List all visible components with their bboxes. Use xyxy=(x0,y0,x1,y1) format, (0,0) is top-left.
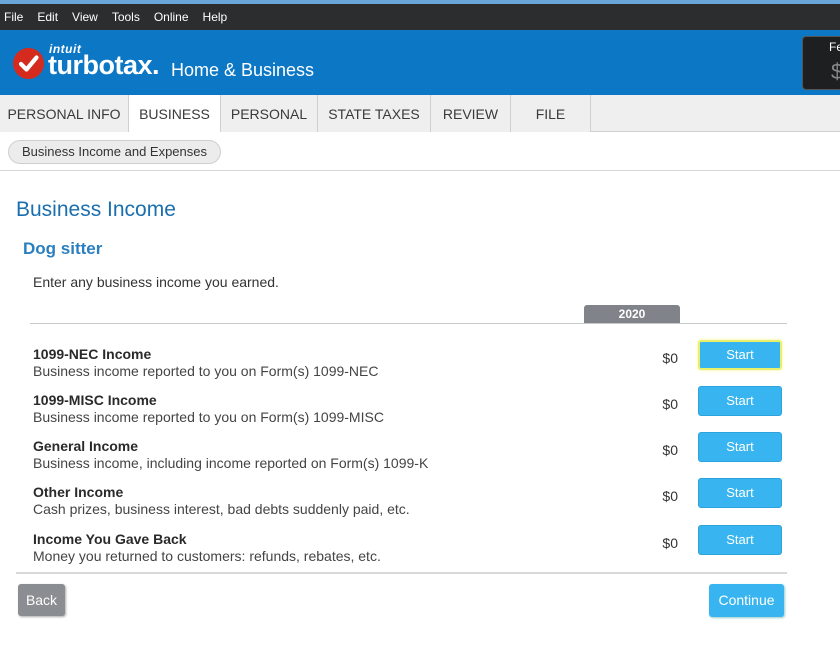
start-button-income-gave-back[interactable]: Start xyxy=(698,525,782,555)
turbotax-wordmark: turbotax. xyxy=(48,50,160,80)
tab-state-taxes[interactable]: STATE TAXES xyxy=(318,95,431,132)
income-row-description: Business income, including income report… xyxy=(33,455,429,471)
tab-personal-info[interactable]: PERSONAL INFO xyxy=(0,95,129,132)
turbotax-check-logo-icon xyxy=(13,48,44,79)
table-header-divider xyxy=(30,323,787,324)
start-button-other-income[interactable]: Start xyxy=(698,478,782,508)
back-button[interactable]: Back xyxy=(18,584,65,616)
income-row-title: Income You Gave Back xyxy=(33,531,187,547)
income-row-title: 1099-MISC Income xyxy=(33,392,157,408)
income-row-other: Other Income Cash prizes, business inter… xyxy=(0,478,840,530)
tab-business[interactable]: BUSINESS xyxy=(129,95,221,133)
refund-meter-label: Fe xyxy=(829,40,840,54)
menu-bar: File Edit View Tools Online Help xyxy=(0,4,840,30)
start-button-general-income[interactable]: Start xyxy=(698,432,782,462)
intro-text: Enter any business income you earned. xyxy=(33,274,279,290)
income-row-description: Business income reported to you on Form(… xyxy=(33,363,379,379)
refund-meter[interactable]: Fe $ xyxy=(802,36,840,90)
income-row-description: Money you returned to customers: refunds… xyxy=(33,548,381,564)
footer-divider xyxy=(16,572,787,574)
income-row-gave-back: Income You Gave Back Money you returned … xyxy=(0,525,840,577)
income-row-amount: $0 xyxy=(662,396,678,412)
continue-button[interactable]: Continue xyxy=(709,584,784,617)
income-row-amount: $0 xyxy=(662,442,678,458)
page-title: Business Income xyxy=(16,198,176,221)
tab-file[interactable]: FILE xyxy=(511,95,591,132)
menu-tools[interactable]: Tools xyxy=(108,10,144,24)
income-row-description: Cash prizes, business interest, bad debt… xyxy=(33,501,410,517)
income-row-amount: $0 xyxy=(662,488,678,504)
menu-file[interactable]: File xyxy=(0,10,27,24)
refund-meter-amount: $ xyxy=(831,59,840,84)
section-title: Dog sitter xyxy=(23,239,103,258)
menu-edit[interactable]: Edit xyxy=(33,10,62,24)
income-row-description: Business income reported to you on Form(… xyxy=(33,409,384,425)
income-row-title: General Income xyxy=(33,438,139,454)
income-row-amount: $0 xyxy=(662,535,678,551)
income-row-title: 1099-NEC Income xyxy=(33,346,152,362)
sub-navigation: Business Income and Expenses xyxy=(0,132,840,171)
tab-review[interactable]: REVIEW xyxy=(431,95,511,132)
start-button-1099-misc[interactable]: Start xyxy=(698,386,782,416)
menu-online[interactable]: Online xyxy=(150,10,193,24)
breadcrumb-business-income-expenses[interactable]: Business Income and Expenses xyxy=(8,140,221,164)
main-tab-bar: PERSONAL INFO BUSINESS PERSONAL STATE TA… xyxy=(0,95,840,133)
menu-view[interactable]: View xyxy=(68,10,102,24)
start-button-1099-nec[interactable]: Start xyxy=(698,340,782,370)
income-row-amount: $0 xyxy=(662,350,678,366)
product-name: Home & Business xyxy=(171,60,315,80)
year-column-header: 2020 xyxy=(584,305,680,324)
menu-help[interactable]: Help xyxy=(199,10,232,24)
income-row-title: Other Income xyxy=(33,484,124,500)
tab-personal[interactable]: PERSONAL xyxy=(221,95,318,132)
